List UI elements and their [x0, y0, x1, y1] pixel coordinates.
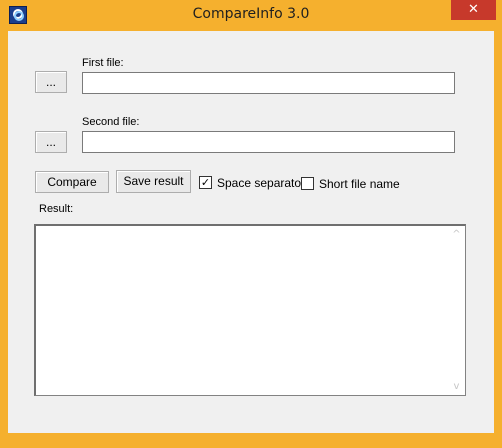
space-separator-label[interactable]: Space separator [217, 176, 305, 190]
title-bar[interactable]: CompareInfo 3.0 ✕ [0, 0, 502, 31]
second-file-label: Second file: [82, 116, 140, 128]
scroll-down-icon[interactable]: v [448, 378, 465, 395]
short-file-name-checkbox[interactable] [301, 177, 314, 190]
result-label: Result: [39, 203, 74, 215]
result-textarea[interactable]: ^ v [34, 224, 466, 396]
save-result-button[interactable]: Save result [116, 170, 191, 193]
compareinfo-window: CompareInfo 3.0 ✕ First file: ... Second… [0, 0, 502, 448]
short-file-name-label[interactable]: Short file name [319, 177, 400, 191]
dialog-body: First file: ... Second file: ... Compare… [8, 31, 494, 433]
browse-second-file-button[interactable]: ... [35, 131, 67, 153]
result-scrollbar[interactable]: ^ v [448, 226, 465, 395]
first-file-input[interactable] [82, 72, 455, 94]
second-file-input[interactable] [82, 131, 455, 153]
checkmark-icon: ✓ [200, 176, 211, 189]
space-separator-checkbox[interactable]: ✓ [199, 176, 212, 189]
close-button[interactable]: ✕ [451, 0, 496, 20]
compare-button[interactable]: Compare [35, 171, 109, 193]
window-title: CompareInfo 3.0 [192, 6, 310, 22]
scroll-up-icon[interactable]: ^ [448, 226, 465, 243]
first-file-label: First file: [82, 57, 124, 69]
browse-first-file-button[interactable]: ... [35, 71, 67, 93]
close-icon: ✕ [468, 2, 479, 17]
